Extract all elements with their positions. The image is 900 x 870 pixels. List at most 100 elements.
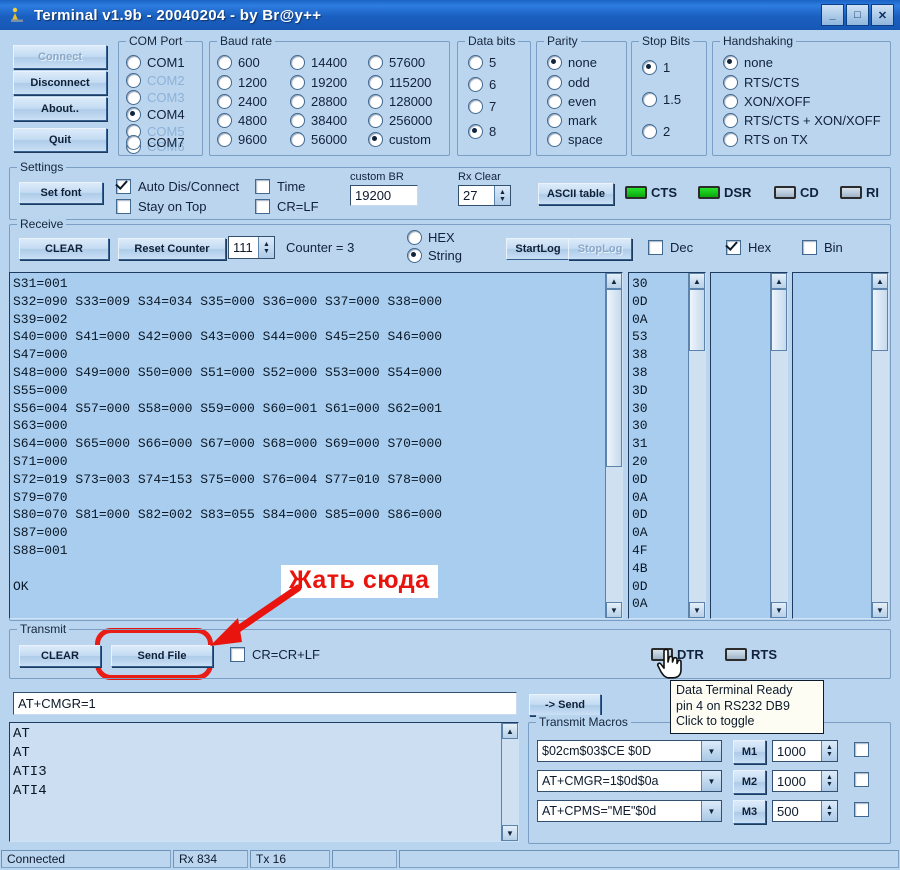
scroll-down-icon[interactable]: ▼ [872,602,888,618]
macro-2-button[interactable]: M2 [733,770,766,794]
checkbox-cr-lf[interactable]: CR=LF [255,199,319,214]
radio-baud-14400[interactable]: 14400 [290,55,347,70]
macro-1-button[interactable]: M1 [733,740,766,764]
radio-com4[interactable]: COM4 [126,107,185,122]
radio-handshake-xonxoff[interactable]: XON/XOFF [723,94,810,109]
radio-baud-600[interactable]: 600 [217,55,260,70]
scroll-up-icon[interactable]: ▲ [502,723,518,739]
scroll-down-icon[interactable]: ▼ [606,602,622,618]
macro-2-combo[interactable]: AT+CMGR=1$0d$0a ▼ [537,770,722,792]
macro-1-combo[interactable]: $02cm$03$CE $0D ▼ [537,740,722,762]
radio-parity-space[interactable]: space [547,132,603,147]
radio-baud-2400[interactable]: 2400 [217,94,267,109]
radio-handshake-rtscts[interactable]: RTS/CTS [723,75,799,90]
radio-com3[interactable]: COM3 [126,90,185,105]
radio-receive-string[interactable]: String [407,248,462,263]
transmit-input[interactable]: AT+CMGR=1 [13,692,517,715]
scroll-thumb[interactable] [771,289,787,351]
checkbox-time[interactable]: Time [255,179,305,194]
connect-button[interactable]: Connect [13,45,107,69]
radio-baud-56000[interactable]: 56000 [290,132,347,147]
ascii-table-button[interactable]: ASCII table [538,183,614,205]
macro-2-interval-stepper[interactable]: 1000 ▲ ▼ [772,770,838,792]
radio-baud-115200[interactable]: 115200 [368,75,431,90]
radio-databits-8[interactable]: 8 [468,124,496,139]
radio-baud-custom[interactable]: custom [368,132,431,147]
radio-baud-1200[interactable]: 1200 [217,75,267,90]
macro-3-combo[interactable]: AT+CPMS="ME"$0d ▼ [537,800,722,822]
scroll-up-icon[interactable]: ▲ [689,273,705,289]
scroll-down-icon[interactable]: ▼ [689,602,705,618]
radio-parity-odd[interactable]: odd [547,75,590,90]
transmit-clear-button[interactable]: CLEAR [19,645,101,667]
send-button[interactable]: -> Send [529,694,601,716]
transmit-history-scrollbar[interactable]: ▲ ▼ [501,723,518,841]
receive-hex-area[interactable]: 30 0D 0A 53 38 38 3D 30 30 31 20 0D 0A 0… [628,272,706,619]
radio-com2[interactable]: COM2 [126,73,185,88]
scroll-thumb[interactable] [872,289,888,351]
macro-3-interval-stepper[interactable]: 500 ▲ ▼ [772,800,838,822]
macro-3-spin-buttons[interactable]: ▲ ▼ [821,801,837,821]
radio-handshake-rtsontx[interactable]: RTS on TX [723,132,808,147]
rx-clear-spin-buttons[interactable]: ▲ ▼ [494,186,510,205]
reset-counter-button[interactable]: Reset Counter [118,238,226,260]
chevron-down-icon[interactable]: ▼ [701,801,721,821]
radio-com1[interactable]: COM1 [126,55,185,70]
macro-2-repeat-checkbox[interactable] [854,772,869,787]
start-log-button[interactable]: StartLog [506,238,569,260]
scroll-up-icon[interactable]: ▲ [771,273,787,289]
scroll-up-icon[interactable]: ▲ [872,273,888,289]
radio-baud-57600[interactable]: 57600 [368,55,425,70]
checkbox-hex[interactable]: Hex [726,240,771,255]
radio-baud-128000[interactable]: 128000 [368,94,432,109]
rts-toggle[interactable]: RTS [725,647,777,662]
checkbox-auto-dis-connect[interactable]: Auto Dis/Connect [116,179,239,194]
radio-baud-19200[interactable]: 19200 [290,75,347,90]
radio-baud-9600[interactable]: 9600 [217,132,267,147]
radio-stopbits-2[interactable]: 2 [642,124,670,139]
radio-parity-none[interactable]: none [547,55,597,70]
checkbox-bin[interactable]: Bin [802,240,843,255]
radio-stopbits-1-5[interactable]: 1.5 [642,92,681,107]
receive-dec-scrollbar[interactable]: ▲ ▼ [770,273,787,618]
custom-br-input[interactable]: 19200 [350,185,418,206]
receive-clear-button[interactable]: CLEAR [19,238,109,260]
receive-bin-area[interactable]: ▲ ▼ [792,272,889,619]
radio-com7[interactable]: COM7 [126,135,185,150]
radio-parity-even[interactable]: even [547,94,596,109]
macro-1-spin-buttons[interactable]: ▲ ▼ [821,741,837,761]
checkbox-dec[interactable]: Dec [648,240,693,255]
radio-baud-256000[interactable]: 256000 [368,113,432,128]
about-button[interactable]: About.. [13,97,107,121]
macro-3-repeat-checkbox[interactable] [854,802,869,817]
macro-1-repeat-checkbox[interactable] [854,742,869,757]
radio-databits-5[interactable]: 5 [468,55,496,70]
radio-handshake-both[interactable]: RTS/CTS + XON/XOFF [723,113,881,128]
counter-stepper[interactable]: 111 ▲ ▼ [228,236,275,259]
minimize-icon[interactable]: _ [821,4,844,26]
radio-databits-6[interactable]: 6 [468,77,496,92]
macro-2-spin-buttons[interactable]: ▲ ▼ [821,771,837,791]
receive-bin-scrollbar[interactable]: ▲ ▼ [871,273,888,618]
chevron-down-icon[interactable]: ▼ [701,771,721,791]
receive-hex-scrollbar[interactable]: ▲ ▼ [688,273,705,618]
checkbox-cr-crlf[interactable]: CR=CR+LF [230,647,320,662]
macro-3-button[interactable]: M3 [733,800,766,824]
counter-spin-buttons[interactable]: ▲ ▼ [258,237,274,258]
receive-dec-area[interactable]: ▲ ▼ [710,272,788,619]
send-file-button[interactable]: Send File [111,645,213,667]
scroll-thumb[interactable] [606,289,622,467]
radio-parity-mark[interactable]: mark [547,113,597,128]
receive-scrollbar[interactable]: ▲ ▼ [605,273,622,618]
macro-1-interval-stepper[interactable]: 1000 ▲ ▼ [772,740,838,762]
checkbox-stay-on-top[interactable]: Stay on Top [116,199,206,214]
scroll-up-icon[interactable]: ▲ [606,273,622,289]
scroll-down-icon[interactable]: ▼ [502,825,518,841]
scroll-down-icon[interactable]: ▼ [771,602,787,618]
close-icon[interactable]: ✕ [871,4,894,26]
rx-clear-stepper[interactable]: 27 ▲ ▼ [458,185,511,206]
disconnect-button[interactable]: Disconnect [13,71,107,95]
radio-stopbits-1[interactable]: 1 [642,60,670,75]
scroll-thumb[interactable] [689,289,705,351]
set-font-button[interactable]: Set font [19,182,103,204]
